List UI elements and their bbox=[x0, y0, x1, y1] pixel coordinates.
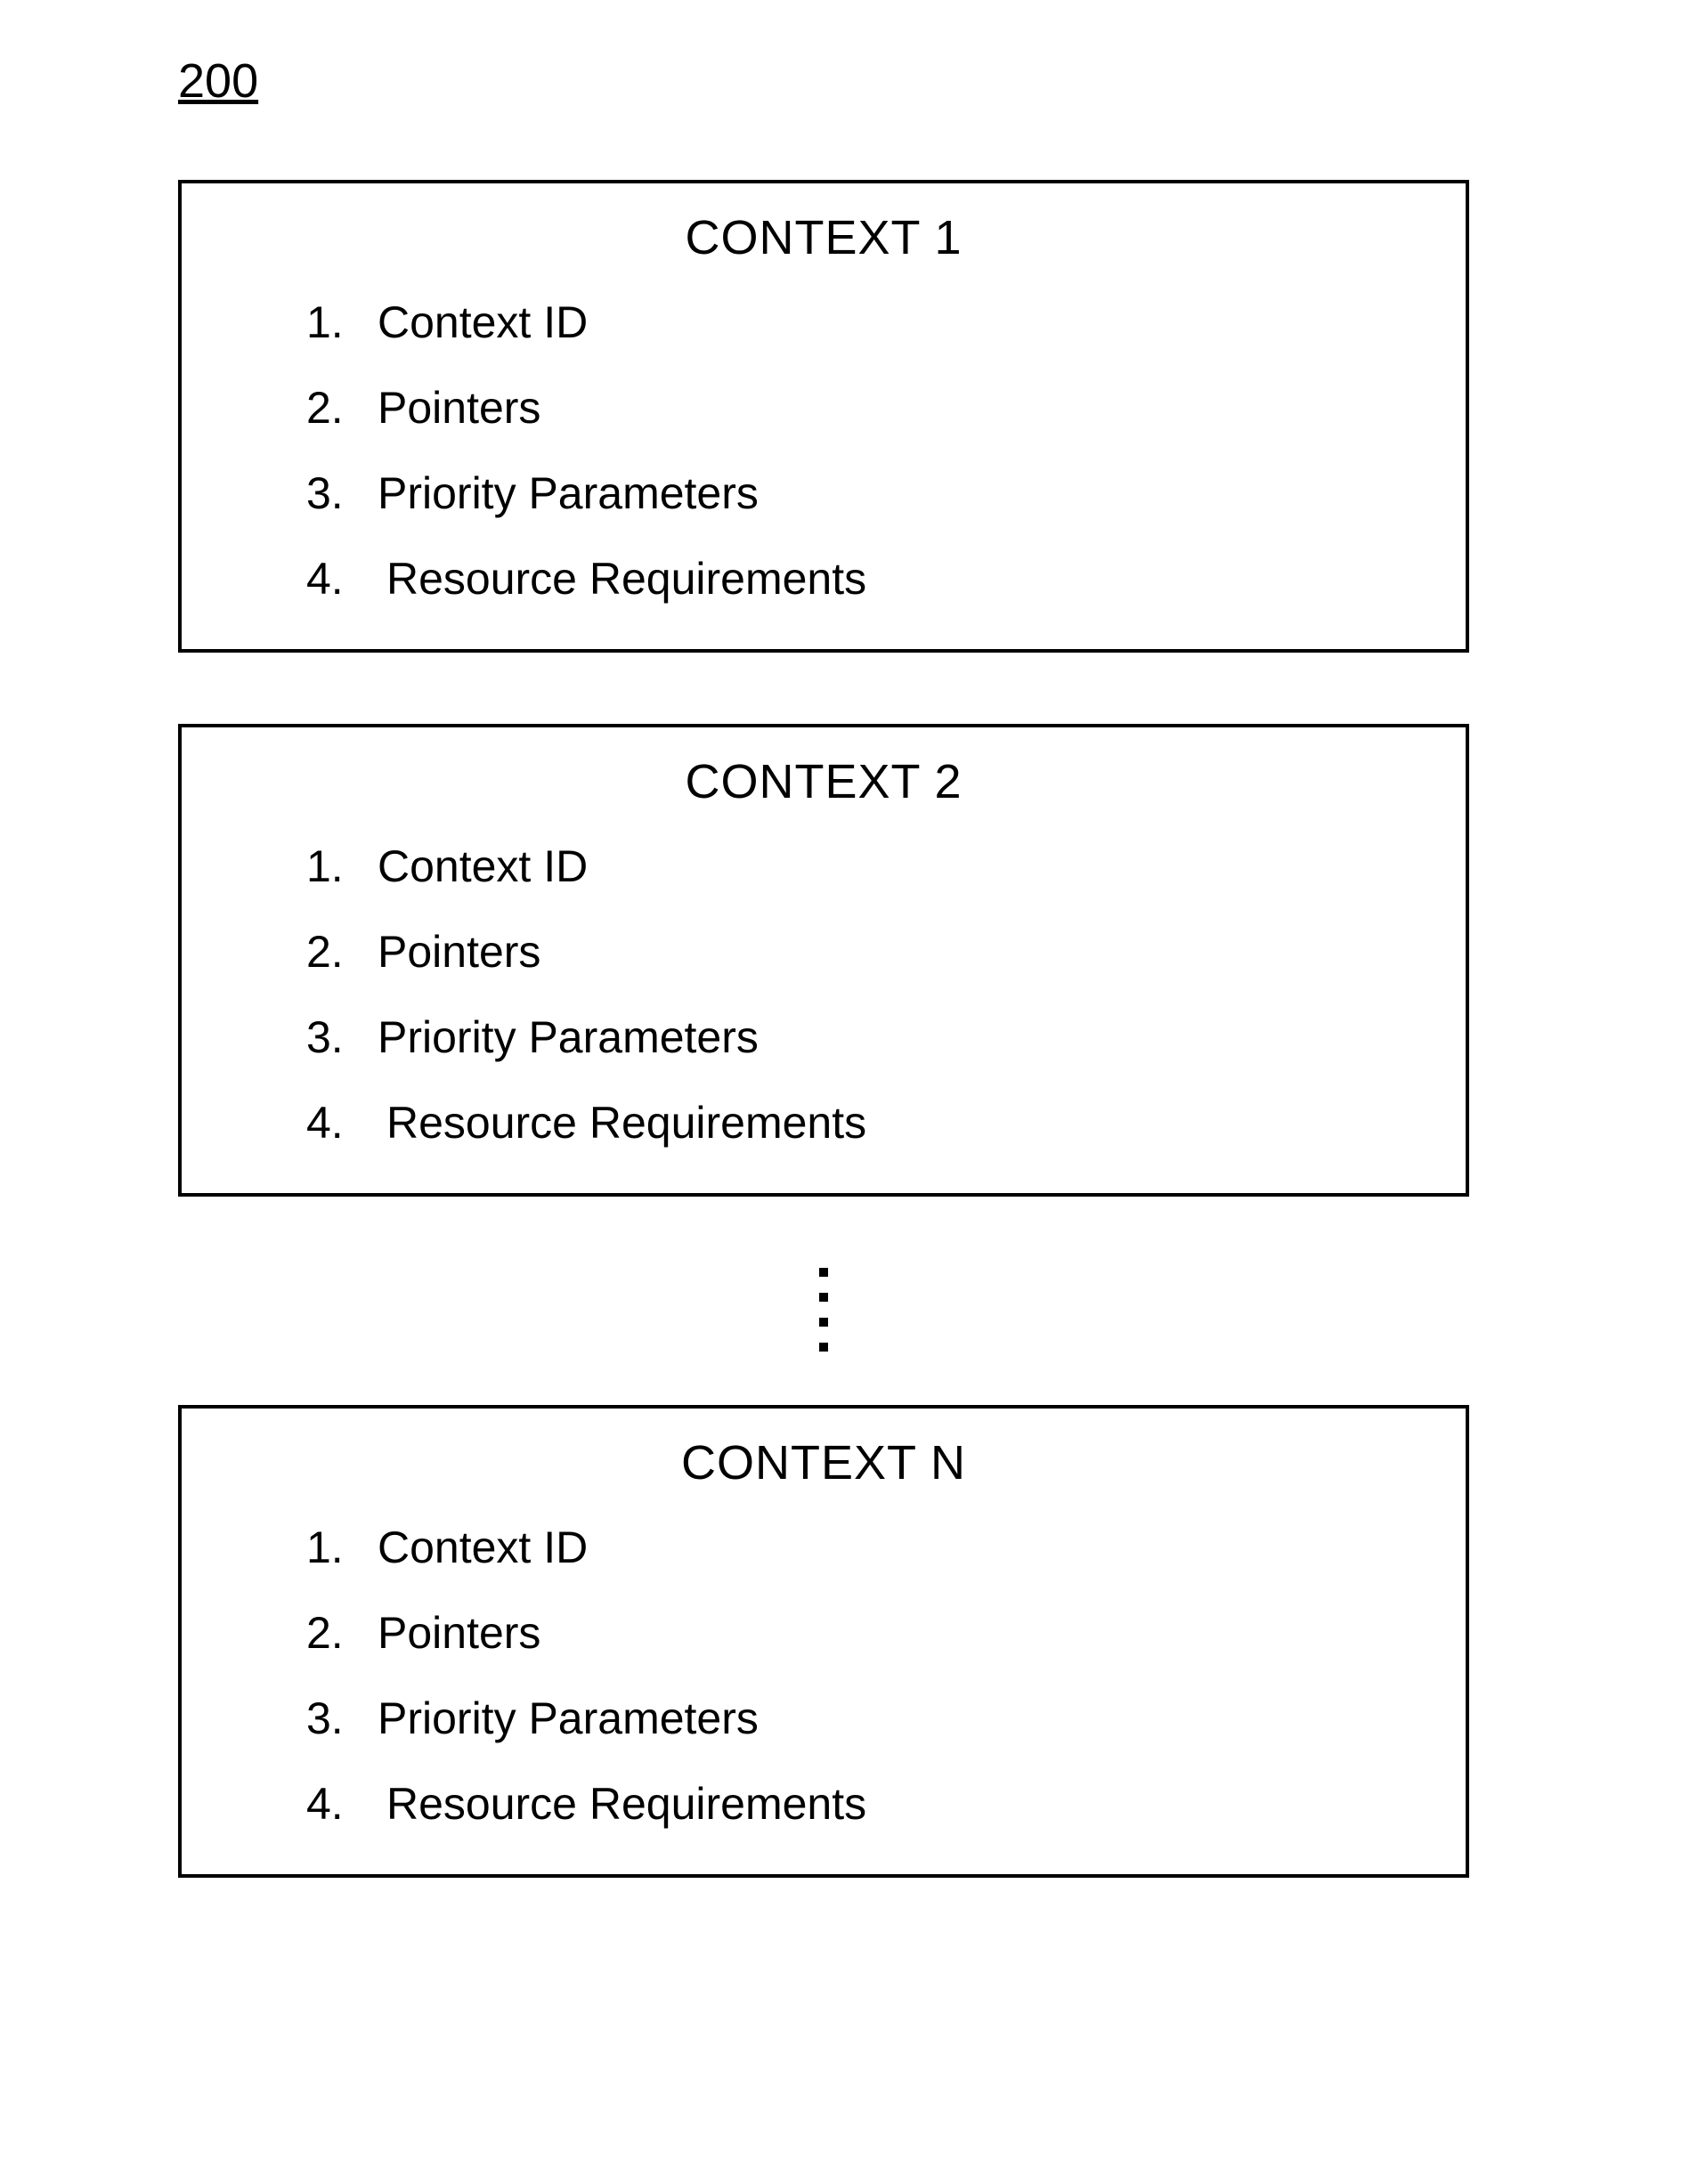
list-number: 1. bbox=[306, 296, 369, 348]
list-text: Context ID bbox=[369, 296, 588, 348]
list-item: 1. Context ID bbox=[306, 840, 1394, 892]
context-list: 1. Context ID 2. Pointers 3. Priority Pa… bbox=[253, 840, 1394, 1149]
list-text: Priority Parameters bbox=[369, 467, 759, 519]
list-text: Priority Parameters bbox=[369, 1011, 759, 1063]
list-item: 3. Priority Parameters bbox=[306, 1693, 1394, 1744]
list-item: 4. Resource Requirements bbox=[306, 1778, 1394, 1830]
ellipsis-dot-icon bbox=[819, 1343, 828, 1352]
context-box-2: CONTEXT 2 1. Context ID 2. Pointers 3. P… bbox=[178, 724, 1469, 1197]
list-number: 2. bbox=[306, 1607, 369, 1659]
list-number: 1. bbox=[306, 840, 369, 892]
list-text: Resource Requirements bbox=[369, 1097, 866, 1149]
context-title: CONTEXT 1 bbox=[253, 210, 1394, 265]
list-item: 4. Resource Requirements bbox=[306, 553, 1394, 605]
list-text: Pointers bbox=[369, 926, 540, 978]
list-number: 4. bbox=[306, 1097, 369, 1149]
list-item: 3. Priority Parameters bbox=[306, 467, 1394, 519]
list-item: 2. Pointers bbox=[306, 1607, 1394, 1659]
list-text: Resource Requirements bbox=[369, 553, 866, 605]
list-item: 2. Pointers bbox=[306, 926, 1394, 978]
list-number: 2. bbox=[306, 382, 369, 434]
list-number: 4. bbox=[306, 553, 369, 605]
list-number: 3. bbox=[306, 1693, 369, 1744]
list-text: Context ID bbox=[369, 1522, 588, 1573]
list-item: 3. Priority Parameters bbox=[306, 1011, 1394, 1063]
list-item: 1. Context ID bbox=[306, 296, 1394, 348]
list-item: 2. Pointers bbox=[306, 382, 1394, 434]
context-list: 1. Context ID 2. Pointers 3. Priority Pa… bbox=[253, 296, 1394, 605]
vertical-ellipsis bbox=[178, 1268, 1469, 1352]
context-list: 1. Context ID 2. Pointers 3. Priority Pa… bbox=[253, 1522, 1394, 1830]
context-box-1: CONTEXT 1 1. Context ID 2. Pointers 3. P… bbox=[178, 180, 1469, 653]
context-box-n: CONTEXT N 1. Context ID 2. Pointers 3. P… bbox=[178, 1405, 1469, 1878]
list-text: Context ID bbox=[369, 840, 588, 892]
ellipsis-dot-icon bbox=[819, 1268, 828, 1277]
context-title: CONTEXT N bbox=[253, 1435, 1394, 1490]
list-item: 4. Resource Requirements bbox=[306, 1097, 1394, 1149]
figure-label: 200 bbox=[178, 53, 1538, 109]
list-number: 2. bbox=[306, 926, 369, 978]
list-text: Pointers bbox=[369, 382, 540, 434]
ellipsis-dot-icon bbox=[819, 1293, 828, 1302]
list-number: 1. bbox=[306, 1522, 369, 1573]
context-title: CONTEXT 2 bbox=[253, 754, 1394, 809]
list-item: 1. Context ID bbox=[306, 1522, 1394, 1573]
list-text: Resource Requirements bbox=[369, 1778, 866, 1830]
list-text: Pointers bbox=[369, 1607, 540, 1659]
list-number: 3. bbox=[306, 1011, 369, 1063]
list-number: 4. bbox=[306, 1778, 369, 1830]
list-text: Priority Parameters bbox=[369, 1693, 759, 1744]
list-number: 3. bbox=[306, 467, 369, 519]
ellipsis-dot-icon bbox=[819, 1318, 828, 1327]
